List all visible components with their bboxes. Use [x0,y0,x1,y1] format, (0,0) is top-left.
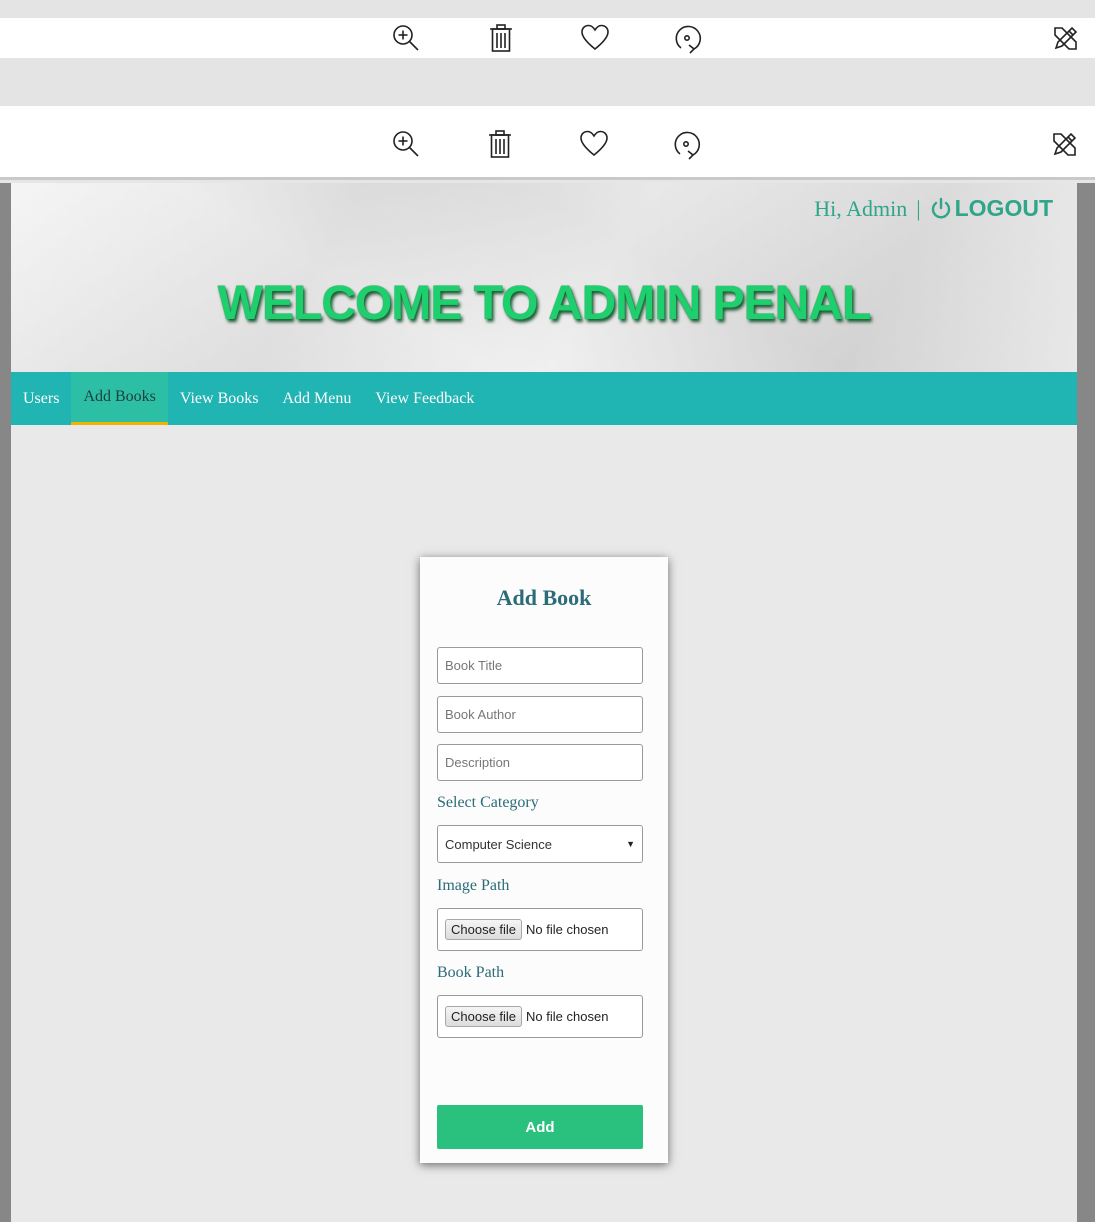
add-button[interactable]: Add [437,1105,643,1149]
welcome-title: WELCOME TO ADMIN PENAL [217,277,872,330]
nav-item-add-menu[interactable]: Add Menu [270,372,363,425]
greeting-text: Hi, Admin [814,195,908,221]
zoom-in-icon[interactable] [388,20,424,56]
category-label: Select Category [437,794,539,811]
dropdown-arrow-icon: ▼ [626,839,635,849]
main-nav: Users Add Books View Books Add Menu View… [11,372,1077,425]
book-path-file-input[interactable]: Choose file No file chosen [437,995,643,1038]
page-header: Hi, Admin | LOGOUT WELCOME TO ADMIN PENA… [11,183,1077,372]
image-no-file-text: No file chosen [526,922,609,937]
nav-item-view-feedback[interactable]: View Feedback [363,372,486,425]
category-selected-value: Computer Science [445,836,552,852]
image-path-file-input[interactable]: Choose file No file chosen [437,908,643,951]
add-book-form: Add Book Book Title Book Author Descript… [420,557,668,1163]
favorite-icon[interactable] [576,126,612,162]
viewer-toolbar-duplicate [0,18,1095,58]
book-author-input[interactable]: Book Author [437,696,643,733]
edit-icon[interactable] [1047,126,1083,162]
delete-icon[interactable] [483,20,519,56]
power-icon [931,197,950,218]
logout-button[interactable]: LOGOUT [930,195,1053,222]
form-title: Add Book [496,585,592,610]
user-greeting-bar: Hi, Admin | LOGOUT [814,195,1053,222]
viewer-top-strip [0,0,1095,18]
viewer-toolbar [0,106,1095,180]
description-input[interactable]: Description [437,744,643,781]
admin-page: Hi, Admin | LOGOUT WELCOME TO ADMIN PENA… [11,183,1077,1222]
zoom-in-icon[interactable] [388,126,424,162]
nav-item-add-books[interactable]: Add Books [71,372,168,425]
delete-icon[interactable] [482,126,518,162]
nav-item-view-books[interactable]: View Books [168,372,271,425]
rotate-icon[interactable] [670,20,706,56]
nav-item-users[interactable]: Users [11,372,71,425]
logout-label: LOGOUT [954,195,1053,221]
page-frame-right [1077,183,1095,1222]
image-path-label: Image Path [437,877,510,894]
greeting-separator: | [916,195,921,221]
book-no-file-text: No file chosen [526,1009,609,1024]
page-frame-left [0,183,11,1222]
book-title-input[interactable]: Book Title [437,647,643,684]
category-select[interactable]: Computer Science ▼ [437,825,643,863]
favorite-icon[interactable] [577,20,613,56]
viewer-divider-strip [0,58,1095,106]
rotate-icon[interactable] [669,126,705,162]
edit-icon[interactable] [1048,20,1084,56]
book-choose-file-button[interactable]: Choose file [445,1006,523,1027]
image-choose-file-button[interactable]: Choose file [445,919,523,940]
book-path-label: Book Path [437,964,505,981]
